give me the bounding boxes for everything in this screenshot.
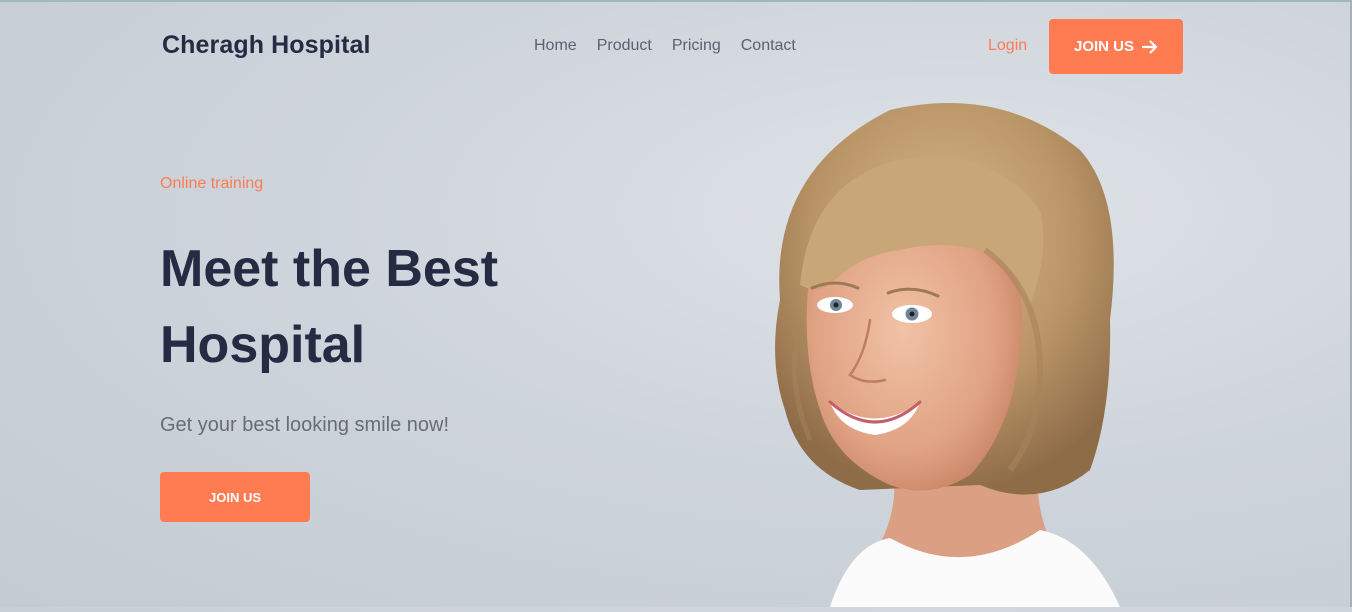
- hero-headline: Meet the Best Hospital: [160, 240, 499, 374]
- hero-subline: Get your best looking smile now!: [160, 414, 450, 436]
- top-border: [0, 0, 1352, 2]
- join-us-label: JOIN US: [1073, 38, 1134, 55]
- hero-eyebrow: Online training: [160, 175, 264, 192]
- main-nav: Home Product Pricing Contact: [534, 37, 796, 55]
- brand-logo[interactable]: Cheragh Hospital: [162, 31, 371, 60]
- hero-portrait-image: [740, 90, 1160, 607]
- join-us-header-button[interactable]: JOIN US: [1049, 19, 1183, 74]
- login-link[interactable]: Login: [988, 37, 1027, 55]
- join-us-hero-button[interactable]: JOIN US: [160, 472, 310, 522]
- arrow-right-icon: [1142, 39, 1158, 54]
- nav-contact[interactable]: Contact: [741, 37, 796, 55]
- nav-home[interactable]: Home: [534, 37, 577, 55]
- nav-product[interactable]: Product: [597, 37, 652, 55]
- nav-pricing[interactable]: Pricing: [672, 37, 721, 55]
